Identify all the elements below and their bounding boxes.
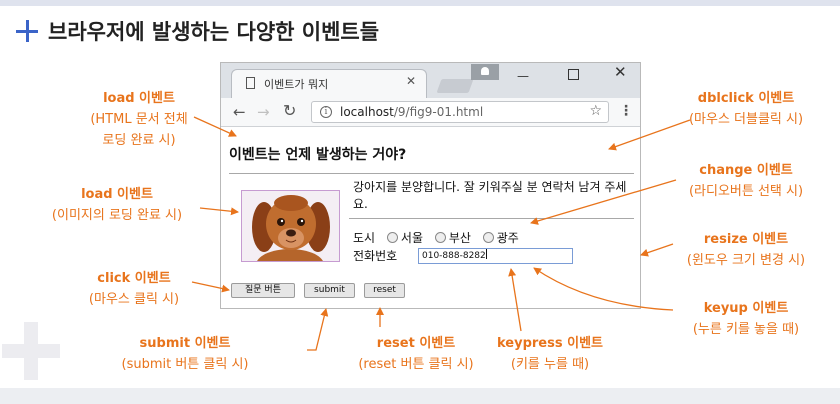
annotation-sub: (마우스 더블클릭 시): [688, 112, 804, 127]
annotation-reset: reset 이벤트 (reset 버튼 클릭 시): [346, 333, 486, 375]
annotation-title: submit 이벤트: [139, 336, 231, 351]
annotation-sub: (이미지의 로딩 완료 시): [51, 208, 183, 223]
annotation-title: load 이벤트: [103, 91, 175, 106]
annotation-sub: (라디오버튼 선택 시): [688, 184, 804, 199]
annotation-change: change 이벤트 (라디오버튼 선택 시): [676, 160, 816, 202]
annotation-keyup: keyup 이벤트 (누른 키를 놓을 때): [676, 298, 816, 340]
annotation-title: keyup 이벤트: [703, 301, 789, 316]
arrow-load-page: [193, 116, 237, 137]
arrow-submit: [307, 308, 329, 351]
arrow-click: [191, 281, 230, 293]
annotation-title: resize 이벤트: [703, 232, 789, 247]
annotation-sub: (submit 버튼 클릭 시): [121, 357, 249, 372]
annotation-title: reset 이벤트: [376, 336, 456, 351]
annotation-sub: (마우스 클릭 시): [88, 292, 180, 307]
annotation-click: click 이벤트 (마우스 클릭 시): [73, 268, 195, 310]
annotation-load-page: load 이벤트 (HTML 문서 전체 로딩 완료 시): [78, 88, 200, 151]
arrow-load-image: [199, 207, 239, 216]
annotation-sub: (윈도우 크기 변경 시): [686, 253, 806, 268]
annotation-sub: (키를 누를 때): [510, 357, 590, 372]
annotation-title: load 이벤트: [81, 187, 153, 202]
annotation-sub: (reset 버튼 클릭 시): [358, 357, 474, 372]
annotation-title: change 이벤트: [699, 163, 793, 178]
annotation-title: dblclick 이벤트: [697, 91, 795, 106]
arrow-resize: [640, 243, 674, 257]
arrow-keypress: [508, 268, 522, 332]
arrow-change: [530, 179, 677, 225]
annotation-submit: submit 이벤트 (submit 버튼 클릭 시): [108, 333, 262, 375]
annotation-dblclick: dblclick 이벤트 (마우스 더블클릭 시): [676, 88, 816, 130]
annotation-sub: 로딩 완료 시): [102, 133, 176, 148]
annotation-sub: (HTML 문서 전체: [90, 112, 188, 127]
annotation-load-image: load 이벤트 (이미지의 로딩 완료 시): [36, 184, 198, 226]
arrow-keyup: [533, 267, 674, 311]
annotation-resize: resize 이벤트 (윈도우 크기 변경 시): [676, 229, 816, 271]
annotation-sub: (누른 키를 놓을 때): [692, 322, 800, 337]
annotation-keypress: keypress 이벤트 (키를 누를 때): [488, 333, 612, 375]
annotation-title: click 이벤트: [97, 271, 171, 286]
annotation-title: keypress 이벤트: [496, 336, 603, 351]
